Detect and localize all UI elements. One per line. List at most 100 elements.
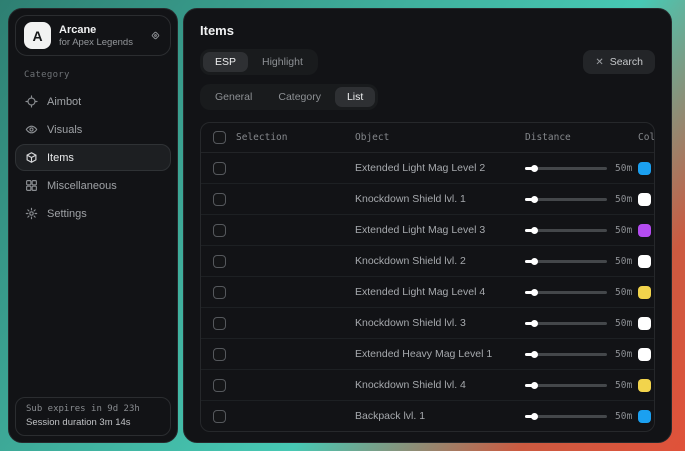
gear-icon	[25, 207, 38, 220]
search-button[interactable]: ✕ Search	[583, 50, 655, 74]
slider-knob[interactable]	[531, 227, 538, 234]
table-row: Knockdown Shield lvl. 250m	[201, 246, 654, 277]
sidebar-item-items[interactable]: Items	[15, 144, 171, 171]
color-swatch[interactable]	[638, 410, 651, 423]
row-checkbox[interactable]	[213, 224, 226, 237]
table-row: Extended Light Mag Level 2 50m	[201, 153, 654, 184]
table-row: Extended Heavy Mag Level 150m	[201, 339, 654, 370]
main-panel: Items ESPHighlight ✕ Search GeneralCateg…	[183, 8, 672, 443]
brand-card: A Arcane for Apex Legends	[15, 15, 171, 56]
object-name: Extended Light Mag Level 4	[355, 286, 525, 298]
slider-knob[interactable]	[531, 289, 538, 296]
distance-slider[interactable]	[525, 198, 607, 201]
distance-slider[interactable]	[525, 260, 607, 263]
table-row: Extended Light Mag Level 4 50m	[201, 277, 654, 308]
distance-value: 50m	[615, 411, 632, 422]
distance-slider[interactable]	[525, 322, 607, 325]
sidebar-item-label: Visuals	[47, 124, 82, 136]
sidebar-item-label: Items	[47, 152, 74, 164]
distance-value: 50m	[615, 380, 632, 391]
slider-knob[interactable]	[531, 320, 538, 327]
tab-highlight[interactable]: Highlight	[250, 52, 315, 72]
row-checkbox[interactable]	[213, 410, 226, 423]
header-object: Object	[355, 132, 525, 143]
slider-knob[interactable]	[531, 351, 538, 358]
distance-slider[interactable]	[525, 291, 607, 294]
sidebar-nav: Aimbot Visuals Items Miscellaneous Settings	[15, 88, 171, 228]
table-header-row: Selection Object Distance Color	[201, 123, 654, 153]
row-checkbox[interactable]	[213, 162, 226, 175]
color-swatch[interactable]	[638, 379, 651, 392]
select-all-checkbox[interactable]	[213, 131, 226, 144]
table-row: Knockdown Shield lvl. 3 50m	[201, 308, 654, 339]
tab-esp[interactable]: ESP	[203, 52, 248, 72]
sidebar-item-label: Miscellaneous	[47, 180, 117, 192]
row-checkbox[interactable]	[213, 317, 226, 330]
session-duration-text: Session duration 3m 14s	[26, 417, 160, 428]
header-selection: Selection	[236, 132, 287, 143]
object-name: Backpack lvl. 1	[355, 410, 525, 422]
distance-value: 50m	[615, 349, 632, 360]
distance-slider[interactable]	[525, 229, 607, 232]
color-swatch[interactable]	[638, 162, 651, 175]
sub-expiry-text: Sub expires in 9d 23h	[26, 404, 160, 414]
category-label: Category	[24, 70, 171, 80]
color-swatch[interactable]	[638, 286, 651, 299]
sidebar-item-miscellaneous[interactable]: Miscellaneous	[15, 172, 171, 199]
page-title: Items	[200, 23, 655, 38]
slider-knob[interactable]	[531, 382, 538, 389]
row-checkbox[interactable]	[213, 379, 226, 392]
row-checkbox[interactable]	[213, 255, 226, 268]
sidebar: A Arcane for Apex Legends Category Aimbo…	[8, 8, 178, 443]
object-name: Extended Light Mag Level 3	[355, 224, 525, 236]
object-name: Knockdown Shield lvl. 2	[355, 255, 525, 267]
box-icon	[25, 151, 38, 164]
app-title: Arcane	[59, 24, 141, 36]
table-row: Knockdown Shield lvl. 4 50m	[201, 370, 654, 401]
subtab-list[interactable]: List	[335, 87, 375, 107]
mode-tab-group: ESPHighlight	[200, 49, 318, 75]
object-name: Knockdown Shield lvl. 3	[355, 317, 525, 329]
brand-text: Arcane for Apex Legends	[59, 24, 141, 48]
row-checkbox[interactable]	[213, 348, 226, 361]
sidebar-item-settings[interactable]: Settings	[15, 200, 171, 227]
distance-value: 50m	[615, 194, 632, 205]
distance-value: 50m	[615, 287, 632, 298]
crosshair-icon	[25, 95, 38, 108]
color-swatch[interactable]	[638, 224, 651, 237]
distance-slider[interactable]	[525, 384, 607, 387]
distance-value: 50m	[615, 163, 632, 174]
distance-value: 50m	[615, 318, 632, 329]
color-swatch[interactable]	[638, 193, 651, 206]
header-color: Color	[638, 132, 655, 143]
eye-icon	[25, 123, 38, 136]
sidebar-item-visuals[interactable]: Visuals	[15, 116, 171, 143]
distance-value: 50m	[615, 225, 632, 236]
subtab-category[interactable]: Category	[266, 87, 333, 107]
color-swatch[interactable]	[638, 317, 651, 330]
header-distance: Distance	[525, 132, 638, 143]
slider-knob[interactable]	[531, 196, 538, 203]
diamond-icon[interactable]	[149, 29, 162, 42]
subtab-general[interactable]: General	[203, 87, 264, 107]
object-name: Knockdown Shield lvl. 1	[355, 193, 525, 205]
table-row: Knockdown Shield lvl. 1 50m	[201, 184, 654, 215]
grid-icon	[25, 179, 38, 192]
row-checkbox[interactable]	[213, 193, 226, 206]
app-logo: A	[24, 22, 51, 49]
distance-slider[interactable]	[525, 353, 607, 356]
object-name: Knockdown Shield lvl. 4	[355, 379, 525, 391]
distance-slider[interactable]	[525, 167, 607, 170]
view-tab-group: GeneralCategoryList	[200, 84, 378, 110]
row-checkbox[interactable]	[213, 286, 226, 299]
color-swatch[interactable]	[638, 348, 651, 361]
search-button-label: Search	[610, 56, 643, 68]
sidebar-item-label: Settings	[47, 208, 87, 220]
distance-slider[interactable]	[525, 415, 607, 418]
sidebar-item-aimbot[interactable]: Aimbot	[15, 88, 171, 115]
object-name: Extended Light Mag Level 2	[355, 162, 525, 174]
slider-knob[interactable]	[531, 165, 538, 172]
slider-knob[interactable]	[531, 413, 538, 420]
slider-knob[interactable]	[531, 258, 538, 265]
color-swatch[interactable]	[638, 255, 651, 268]
